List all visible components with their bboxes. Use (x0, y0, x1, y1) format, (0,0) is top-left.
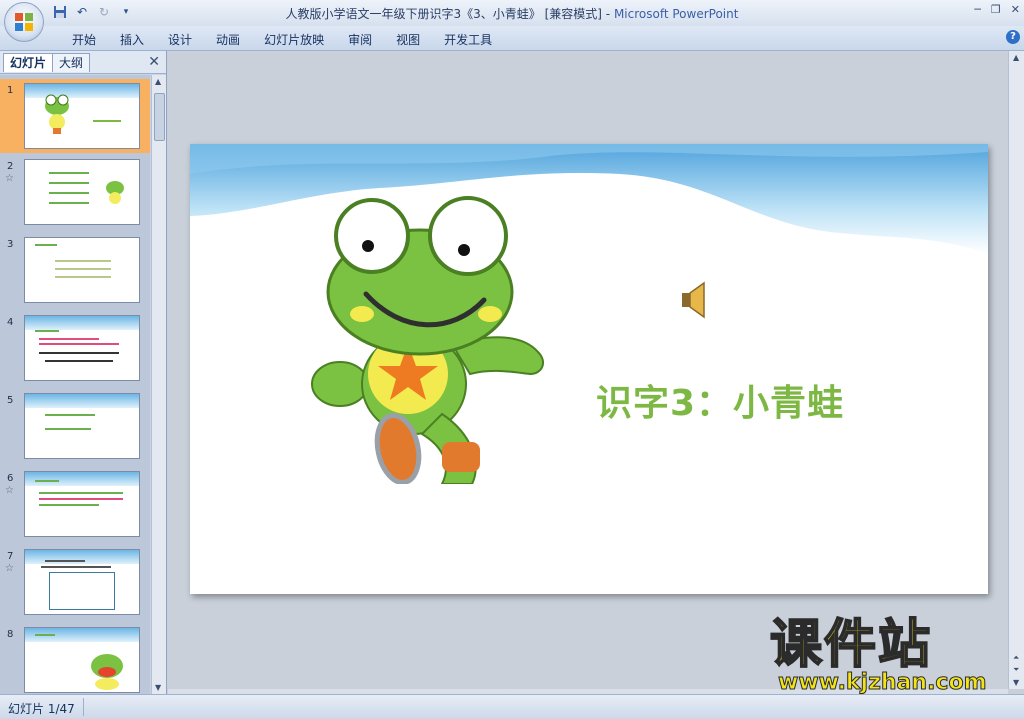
slide-number: 6 (7, 473, 14, 484)
scroll-up-icon[interactable]: ▲ (155, 77, 161, 86)
slide-thumbnail[interactable]: 1 (0, 79, 150, 153)
restore-icon[interactable]: ❐ (991, 3, 1001, 16)
frog-icon (45, 94, 69, 134)
slide-thumbnail-list: 1 2 ☆ 3 4 5 6 ☆ 7 ☆ 8 (0, 75, 150, 694)
slide-thumbnail[interactable]: 8 (0, 623, 150, 694)
slide-counter: 幻灯片 1/47 (8, 702, 75, 716)
tab-outline[interactable]: 大纲 (52, 53, 91, 72)
close-panel-icon[interactable]: ✕ (148, 54, 160, 70)
window-title: 人教版小学语文一年级下册识字3《3、小青蛙》 [兼容模式] - Microsof… (0, 5, 1024, 22)
slide-number: 4 (7, 317, 14, 328)
watermark-url: www.kjzhan.com (778, 670, 988, 696)
slide-canvas[interactable]: 识字3：小青蛙 (190, 144, 988, 594)
tab-slides[interactable]: 幻灯片 (3, 53, 54, 72)
watermark: 课件站 www.kjzhan.com (769, 615, 1010, 696)
slide-thumbnail[interactable]: 6 ☆ (0, 467, 150, 541)
editor-scrollbar[interactable]: ▲ ⏶ ⏷ ▼ (1008, 51, 1024, 689)
status-bar: 幻灯片 1/47 (0, 694, 1024, 719)
slide-preview (24, 393, 140, 459)
tab-animation[interactable]: 动画 (204, 31, 252, 48)
previous-slide-icon[interactable]: ⏶ (1013, 653, 1019, 663)
thumbnail-scrollbar[interactable]: ▲ ▼ (151, 75, 166, 694)
slide-preview (24, 627, 140, 693)
slide-thumbnail[interactable]: 7 ☆ (0, 545, 150, 619)
office-button[interactable] (4, 2, 44, 42)
tab-slideshow[interactable]: 幻灯片放映 (252, 31, 336, 48)
ribbon-tabs: 开始 插入 设计 动画 幻灯片放映 审阅 视图 开发工具 (60, 31, 504, 48)
slide-preview (24, 83, 140, 149)
slide-thumbnail[interactable]: 4 (0, 311, 150, 385)
slide-preview (24, 315, 140, 381)
office-logo-icon (15, 13, 33, 31)
close-icon[interactable]: ✕ (1011, 3, 1020, 16)
slide-thumbnail[interactable]: 5 (0, 389, 150, 463)
tab-developer[interactable]: 开发工具 (432, 31, 504, 48)
animation-star-icon: ☆ (5, 173, 14, 184)
ribbon-tabs-bar: 开始 插入 设计 动画 幻灯片放映 审阅 视图 开发工具 ? (0, 26, 1024, 51)
slide-title[interactable]: 识字3：小青蛙 (596, 374, 844, 426)
tab-view[interactable]: 视图 (384, 31, 432, 48)
slide-preview (24, 471, 140, 537)
animation-star-icon: ☆ (5, 563, 14, 574)
slide-number: 2 (7, 161, 14, 172)
window-controls: ─ ❐ ✕ (974, 3, 1020, 16)
document-title: 人教版小学语文一年级下册识字3《3、小青蛙》 [兼容模式] - (285, 7, 614, 21)
animation-star-icon: ☆ (5, 485, 14, 496)
slide-number: 7 (7, 551, 14, 562)
help-icon[interactable]: ? (1006, 30, 1020, 44)
slides-panel: 幻灯片 大纲 ✕ 1 2 ☆ 3 4 5 6 ☆ 7 ☆ 8 ▲ ▼ (0, 51, 167, 694)
watermark-logo-text: 课件站 (769, 615, 933, 675)
slide-number: 8 (7, 629, 14, 640)
tab-review[interactable]: 审阅 (336, 31, 384, 48)
slide-thumbnail[interactable]: 3 (0, 233, 150, 307)
slide-thumbnail[interactable]: 2 ☆ (0, 155, 150, 229)
title-bar: ↶ ↻ ▾ 人教版小学语文一年级下册识字3《3、小青蛙》 [兼容模式] - Mi… (0, 0, 1024, 27)
app-name: Microsoft PowerPoint (613, 7, 739, 21)
scroll-down-icon[interactable]: ▼ (155, 683, 161, 692)
tab-design[interactable]: 设计 (156, 31, 204, 48)
speaker-icon[interactable] (680, 280, 710, 320)
slide-preview (24, 159, 140, 225)
slide-preview (24, 237, 140, 303)
slide-editor: 识字3：小青蛙 (168, 51, 1008, 689)
scroll-up-icon[interactable]: ▲ (1013, 53, 1019, 62)
tab-insert[interactable]: 插入 (108, 31, 156, 48)
slide-number: 3 (7, 239, 14, 250)
slide-number: 5 (7, 395, 14, 406)
tab-home[interactable]: 开始 (60, 31, 108, 48)
frog-illustration (311, 196, 545, 484)
frog-icon (91, 654, 123, 690)
frog-icon (106, 181, 124, 204)
status-divider (83, 698, 84, 716)
slide-number: 1 (7, 85, 14, 96)
scroll-thumb[interactable] (154, 93, 165, 141)
table-frame (49, 572, 115, 610)
slide-preview (24, 549, 140, 615)
minimize-icon[interactable]: ─ (974, 3, 981, 16)
next-slide-icon[interactable]: ⏷ (1013, 665, 1019, 675)
scroll-down-icon[interactable]: ▼ (1013, 678, 1019, 687)
panel-tabs: 幻灯片 大纲 ✕ (0, 51, 166, 74)
